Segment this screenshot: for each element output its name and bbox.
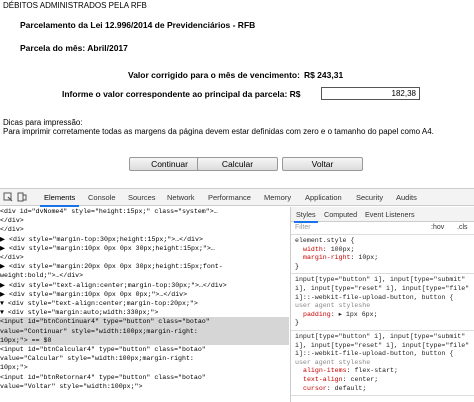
tab-computed[interactable]: Computed <box>324 210 357 219</box>
css-property-value[interactable]: : 10px; <box>350 254 378 261</box>
rule-selector: input[type="button" i], input[type="subm… <box>295 276 470 310</box>
dom-node-line[interactable]: ▶ <div style="text-align:center;margin-t… <box>0 281 289 290</box>
style-rule: input[type="button" i], input[type="subm… <box>291 274 474 331</box>
css-property[interactable]: cursor: default; <box>295 385 470 394</box>
styles-tab-bar: Styles Computed Event Listeners <box>291 207 474 223</box>
rule-close: } <box>295 262 299 270</box>
style-rule: element.style { width: 100px; margin-right… <box>291 235 474 275</box>
tab-styles[interactable]: Styles <box>294 210 318 223</box>
dom-node-line[interactable]: ▼ <div style="text-align:center;margin-t… <box>0 299 289 308</box>
dom-node-line[interactable]: <div id="dvNome4" style="height:15px;" c… <box>0 207 289 216</box>
rule-selector: input[type="button" i], input[type="subm… <box>295 332 470 366</box>
css-property-name[interactable]: cursor <box>303 385 327 392</box>
web-page: DÉBITOS ADMINISTRADOS PELA RFB Parcelame… <box>0 0 474 184</box>
dom-node-line[interactable]: value="Continuar" style="width:100px;mar… <box>0 326 289 336</box>
dom-node-line[interactable]: ▶ <div style="margin:10px 0px 0px 30px;h… <box>0 244 289 253</box>
installment-month: Parcela do mês: Abril/2017 <box>20 43 128 53</box>
dom-node-line[interactable]: <input id="btnContinuar4" type="button" … <box>0 317 289 327</box>
tab-elements[interactable]: Elements <box>39 193 80 207</box>
tab-application[interactable]: Application <box>305 193 342 202</box>
device-toolbar-icon[interactable] <box>17 192 27 202</box>
dom-node-line[interactable]: </div> <box>0 216 289 225</box>
dom-node-line[interactable]: value="Voltar" style="width:100px;"> <box>0 382 289 391</box>
devtools-panel: Elements Console Sources Network Perform… <box>0 188 474 402</box>
tab-sources[interactable]: Sources <box>128 193 156 202</box>
tab-console[interactable]: Console <box>88 193 116 202</box>
page-title: Parcelamento da Lei 12.996/2014 de Previ… <box>20 20 256 30</box>
tab-security[interactable]: Security <box>356 193 383 202</box>
dom-node-line[interactable]: ▶ <div style="margin-top:30px;height:15p… <box>0 235 289 244</box>
corrected-value-label: Valor corrigido para o mês de vencimento… <box>128 70 300 80</box>
corrected-value-amount: R$ 243,31 <box>303 70 344 80</box>
css-property-name[interactable]: text-align <box>303 376 343 383</box>
dom-node-line[interactable]: ▶ <div style="margin:20px 0px 0px 30px;h… <box>0 262 289 271</box>
print-tips-text: Para imprimir corretamente todas as marg… <box>3 127 434 136</box>
dom-node-line[interactable]: 10px;"> == $0 <box>0 335 289 346</box>
page-header: DÉBITOS ADMINISTRADOS PELA RFB <box>3 1 147 10</box>
dom-node-line[interactable]: ▶ <div style="margin:10px 0px 0px 0px;">… <box>0 290 289 299</box>
dom-node-line[interactable]: ▼ <div style="margin:auto;width:330px;"> <box>0 308 289 317</box>
dom-node-line[interactable]: <input id="btnCalcular4" type="button" c… <box>0 345 289 354</box>
css-property-name[interactable]: padding <box>303 311 331 318</box>
rule-source: user agent styleshe <box>295 358 371 366</box>
corrected-value-row: Valor corrigido para o mês de vencimento… <box>128 70 343 80</box>
tab-performance[interactable]: Performance <box>208 193 251 202</box>
rule-selector: element.style { <box>295 237 355 244</box>
calculate-button[interactable]: Calcular <box>197 157 278 171</box>
principal-value-label: Informe o valor correspondente ao princi… <box>62 89 301 99</box>
css-property-value[interactable]: : 100px; <box>323 246 355 253</box>
css-property[interactable]: text-align: center; <box>295 376 470 385</box>
class-toggle[interactable]: .cls <box>457 224 468 231</box>
style-rule: input[type="button" i], input[type="subm… <box>291 331 474 397</box>
dom-node-line[interactable]: 10px;"> <box>0 363 289 372</box>
tab-event-listeners[interactable]: Event Listeners <box>365 210 415 219</box>
css-property-name[interactable]: align-items <box>303 367 347 374</box>
hover-state-toggle[interactable]: :hov <box>431 224 444 231</box>
css-property-value[interactable]: : ▸ 1px 6px; <box>331 311 378 318</box>
principal-value-input[interactable] <box>321 87 420 100</box>
rule-close: } <box>295 319 299 327</box>
inspect-icon[interactable] <box>3 192 13 202</box>
dom-node-line[interactable]: </div> <box>0 225 289 234</box>
styles-pane: Styles Computed Event Listeners Filter :… <box>290 207 474 402</box>
style-rules: element.style { width: 100px; margin-right… <box>291 235 474 397</box>
tab-memory[interactable]: Memory <box>264 193 291 202</box>
css-property-value[interactable]: : center; <box>343 376 379 383</box>
styles-filter[interactable]: Filter :hov .cls <box>291 222 474 235</box>
dom-node-line[interactable]: weight:bold;">…</div> <box>0 271 289 280</box>
devtools-tab-bar: Elements Console Sources Network Perform… <box>0 189 474 207</box>
dom-node-line[interactable]: <input id="btnRetornar4" type="button" c… <box>0 373 289 382</box>
back-button[interactable]: Voltar <box>282 157 363 171</box>
dom-node-line[interactable]: </div> <box>0 253 289 262</box>
tab-audits[interactable]: Audits <box>396 193 417 202</box>
tab-network[interactable]: Network <box>167 193 195 202</box>
rule-source: user agent styleshe <box>295 302 371 310</box>
filter-input[interactable]: Filter <box>295 224 311 231</box>
elements-dom-tree[interactable]: <div id="dvNome4" style="height:15px;" c… <box>0 207 289 402</box>
css-property[interactable]: width: 100px; <box>295 246 470 255</box>
css-property-name[interactable]: width <box>303 246 323 253</box>
css-property[interactable]: align-items: flex-start; <box>295 367 470 376</box>
css-property-name[interactable]: margin-right <box>303 254 350 261</box>
css-property-value[interactable]: : flex-start; <box>347 367 398 374</box>
css-property[interactable]: margin-right: 10px; <box>295 254 470 263</box>
dom-node-line[interactable]: value="Calcular" style="width:100px;marg… <box>0 354 289 363</box>
css-property[interactable]: padding: ▸ 1px 6px; <box>295 311 470 320</box>
print-tips-title: Dicas para impressão: <box>3 118 83 127</box>
css-property-value[interactable]: : default; <box>327 385 367 392</box>
